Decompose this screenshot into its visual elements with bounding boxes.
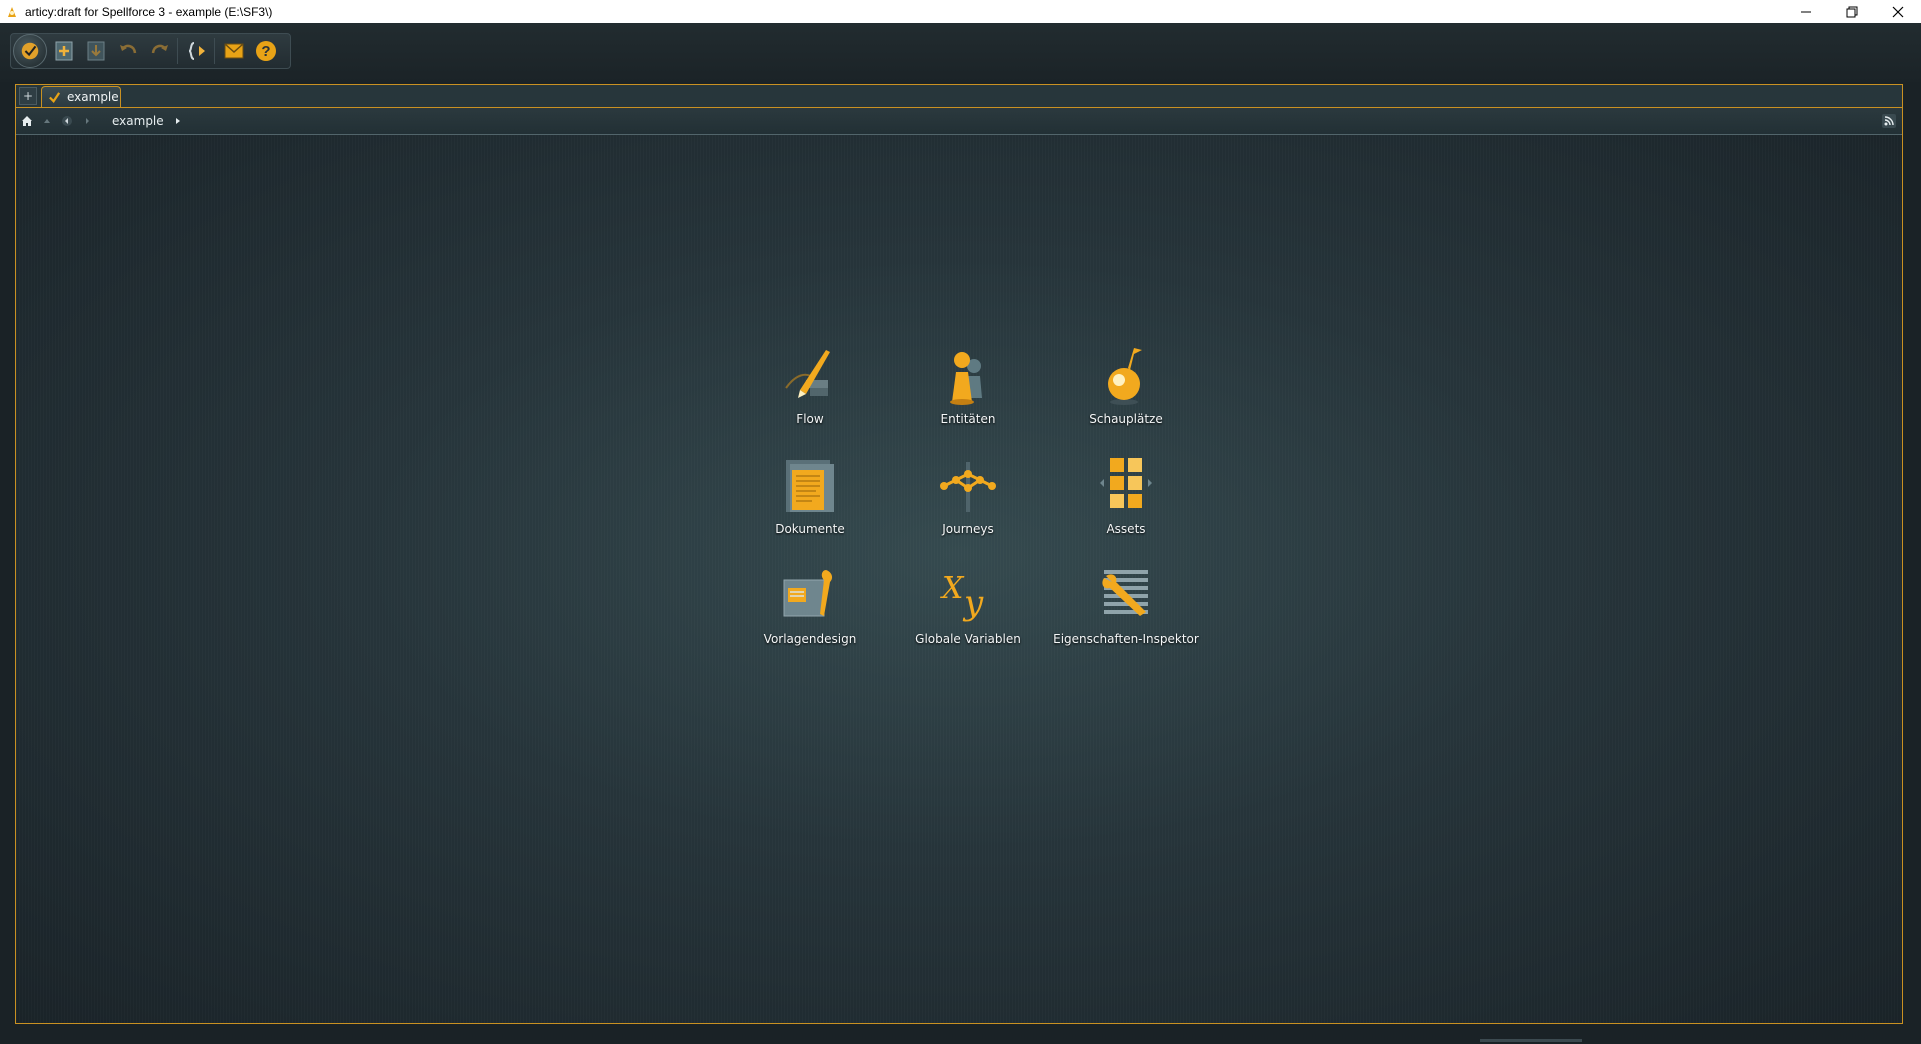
dashboard-item-documents[interactable]: Dokumente (731, 448, 889, 558)
forward-arrow-icon (86, 118, 89, 124)
minimize-button[interactable] (1783, 0, 1829, 23)
mail-button[interactable] (219, 36, 249, 66)
dashboard-label-journeys: Journeys (942, 522, 994, 536)
entities-icon (950, 352, 982, 405)
dashboard-label-global-variables: Globale Variablen (915, 632, 1021, 646)
rss-feed-icon[interactable] (1882, 114, 1896, 128)
save-icon (87, 41, 105, 61)
dashboard-label-flow: Flow (796, 412, 824, 426)
toolbar-group: ? (10, 33, 291, 69)
help-button[interactable]: ? (251, 36, 281, 66)
home-button[interactable] (13, 34, 47, 68)
help-icon: ? (256, 41, 276, 61)
restore-button[interactable] (1829, 0, 1875, 23)
minimize-icon (1801, 11, 1811, 12)
checkmark-icon (49, 91, 61, 103)
new-icon (55, 41, 73, 61)
house-icon (22, 116, 32, 126)
close-button[interactable] (1875, 0, 1921, 23)
dashboard-label-entities: Entitäten (940, 412, 996, 426)
flow-button[interactable] (182, 36, 212, 66)
up-arrow-icon (44, 119, 50, 123)
dashboard-label-template-design: Vorlagendesign (763, 632, 857, 646)
save-button[interactable] (81, 36, 111, 66)
svg-text:y: y (962, 583, 984, 623)
redo-icon (151, 44, 168, 54)
restore-icon (1846, 6, 1858, 17)
breadcrumb[interactable]: example (112, 114, 164, 128)
back-button[interactable] (58, 110, 76, 132)
window-controls (1783, 0, 1921, 23)
dashboard-grid: Flow Entitäten Schauplätze Dokumente Jou… (731, 338, 1204, 668)
dashboard-item-assets[interactable]: Assets (1047, 448, 1205, 558)
svg-text:?: ? (261, 43, 270, 60)
dashboard-item-template-design[interactable]: Vorlagendesign (731, 558, 889, 668)
locations-icon (1108, 348, 1142, 405)
undo-button[interactable] (113, 36, 143, 66)
dashboard-label-property-inspector: Eigenschaften-Inspektor (1053, 632, 1199, 646)
navigation-bar: example (16, 108, 1902, 135)
documents-icon (786, 460, 834, 512)
dashboard-item-entities[interactable]: Entitäten (889, 338, 1047, 448)
dashboard-item-flow[interactable]: Flow (731, 338, 889, 448)
window-title: articy:draft for Spellforce 3 - example … (25, 4, 273, 19)
main-toolbar: ? (0, 23, 1921, 82)
dashboard-item-journeys[interactable]: Journeys (889, 448, 1047, 558)
dashboard-label-assets: Assets (1106, 522, 1146, 536)
toolbar-separator (214, 38, 215, 64)
status-scroll-thumb[interactable] (1480, 1039, 1582, 1042)
flow-icon (785, 350, 830, 398)
dashboard-item-locations[interactable]: Schauplätze (1047, 338, 1205, 448)
assets-icon (1100, 458, 1152, 508)
back-arrow-icon (62, 116, 72, 126)
close-icon (1892, 6, 1904, 17)
redo-button[interactable] (145, 36, 175, 66)
status-bar (0, 1036, 1921, 1044)
dashboard-label-documents: Dokumente (775, 522, 845, 536)
property-inspector-icon (1102, 570, 1148, 616)
tab-label: example (67, 90, 119, 104)
app-icon (8, 6, 16, 17)
template-design-icon (783, 570, 833, 617)
breadcrumb-arrow-icon[interactable] (174, 116, 182, 126)
global-variables-icon: X y (940, 571, 984, 623)
forward-button[interactable] (78, 110, 96, 132)
home-nav-button[interactable] (18, 110, 36, 132)
add-tab-button[interactable]: + (19, 87, 37, 105)
new-button[interactable] (49, 36, 79, 66)
tab-bar: + example (16, 85, 1902, 108)
journeys-icon (940, 462, 996, 512)
home-icon (21, 42, 39, 60)
svg-text:X: X (940, 571, 965, 606)
dashboard-item-global-variables[interactable]: X y Globale Variablen (889, 558, 1047, 668)
up-button[interactable] (38, 110, 56, 132)
mail-icon (224, 43, 244, 59)
tab-example[interactable]: example (41, 86, 121, 107)
dashboard-label-locations: Schauplätze (1089, 412, 1163, 426)
title-bar: articy:draft for Spellforce 3 - example … (0, 0, 1921, 23)
flow-icon (188, 42, 205, 60)
undo-icon (120, 44, 137, 54)
dashboard-item-property-inspector[interactable]: Eigenschaften-Inspektor (1047, 558, 1205, 668)
toolbar-separator (177, 38, 178, 64)
